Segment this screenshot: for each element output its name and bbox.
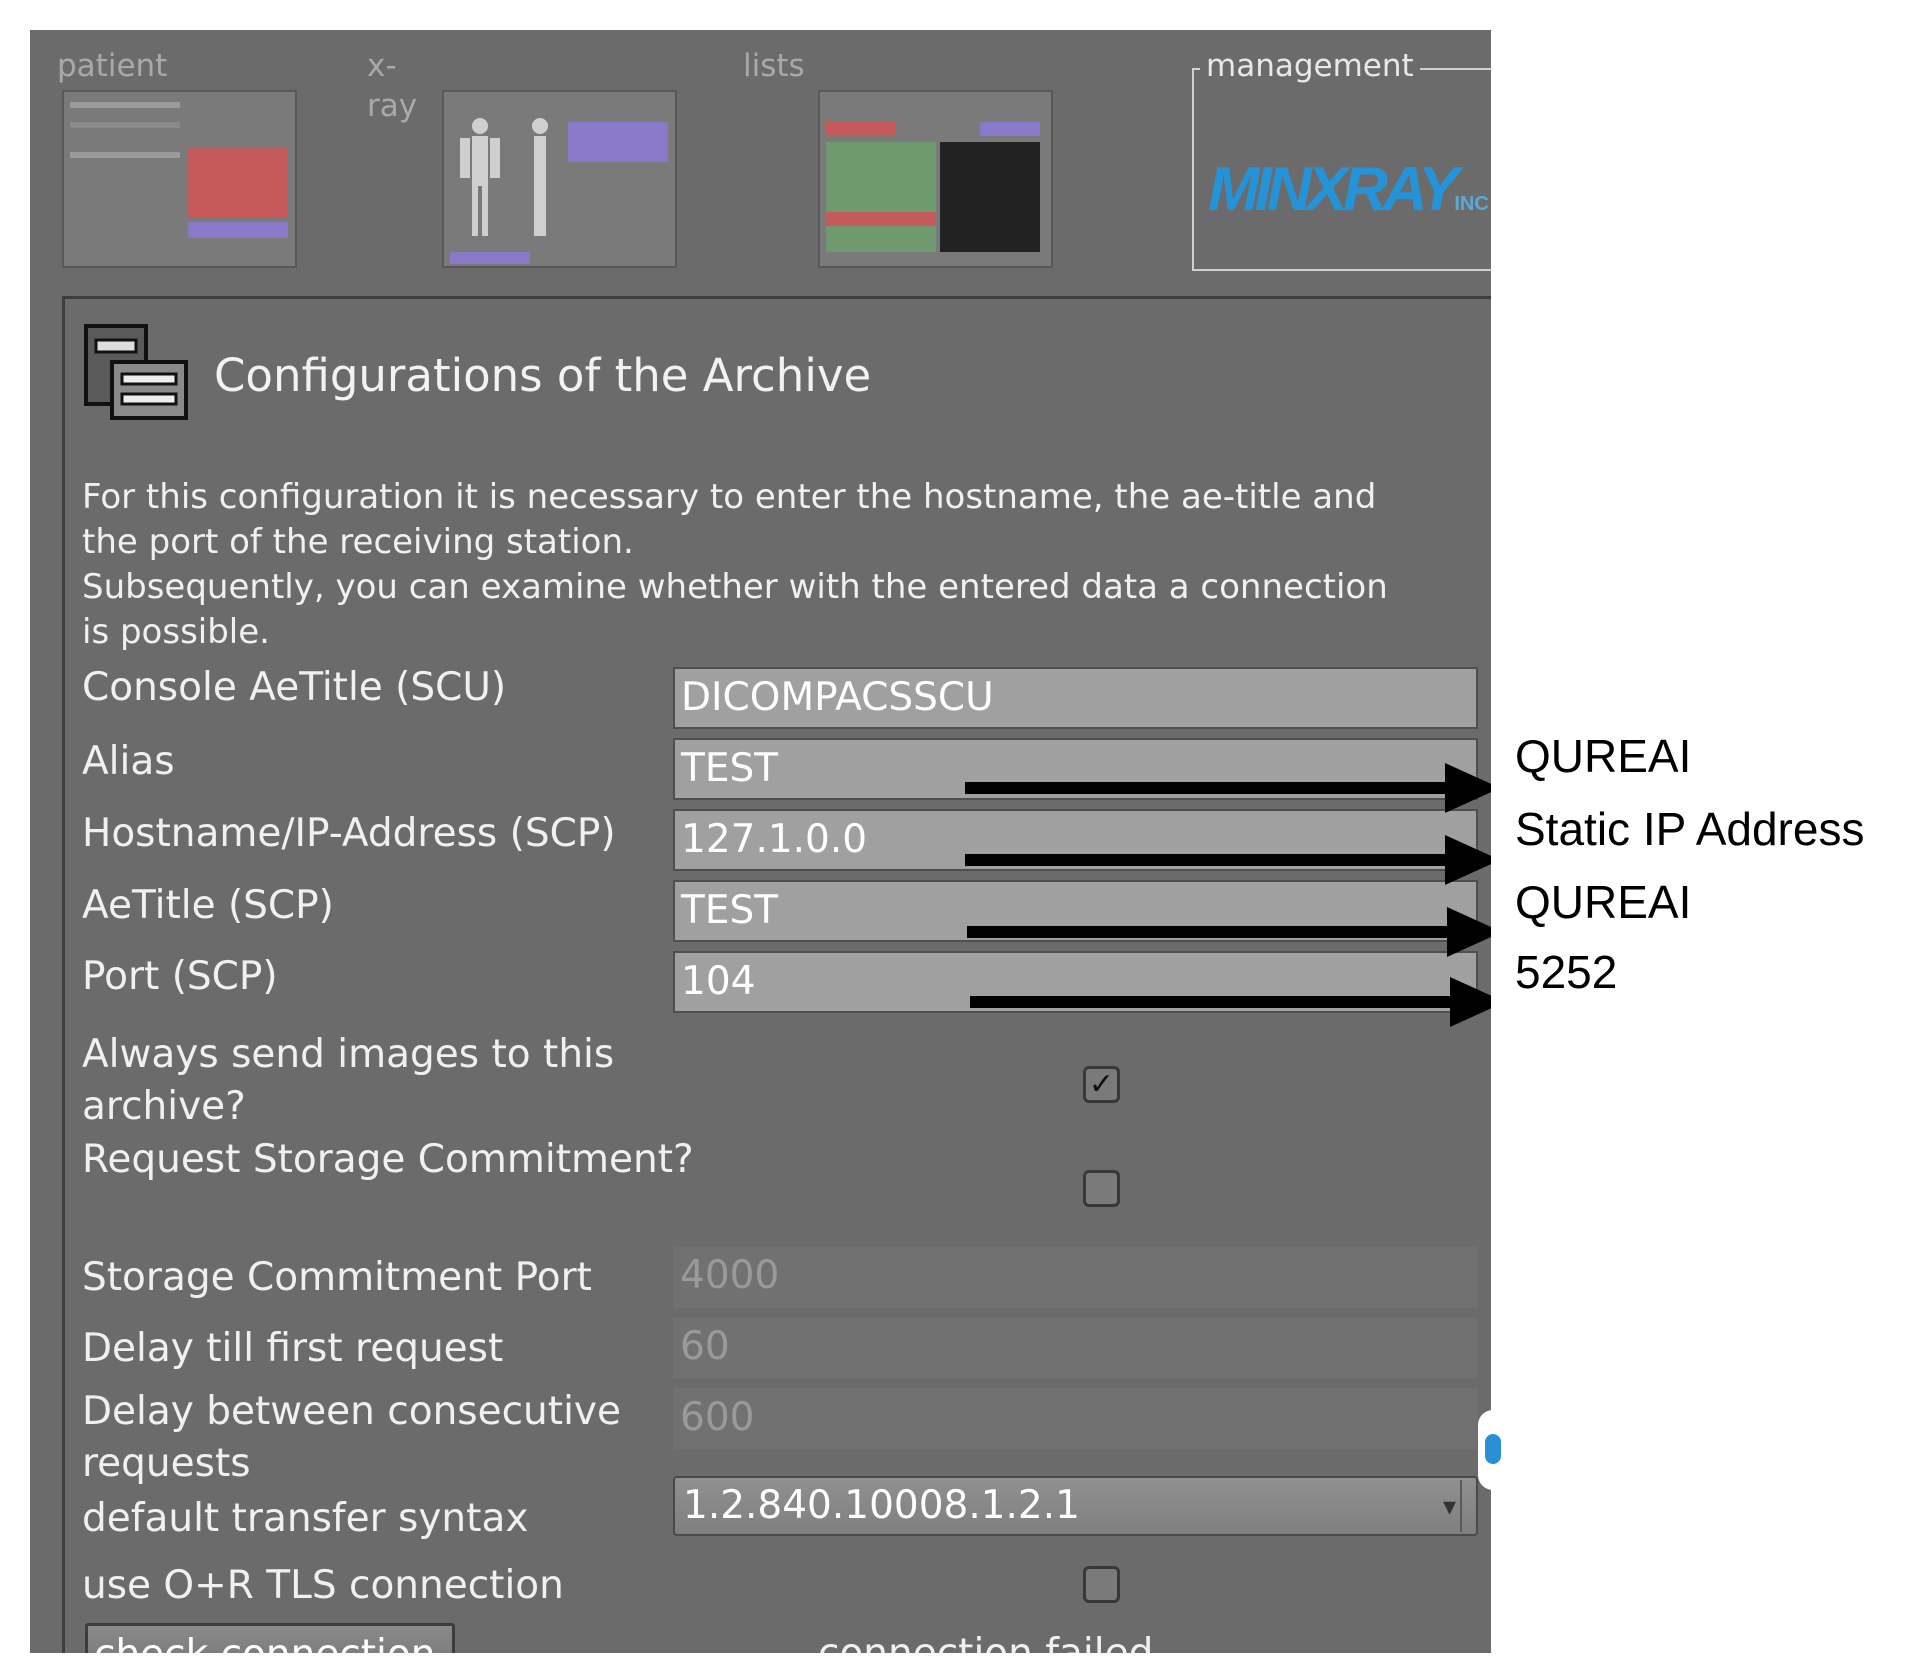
select-divider <box>1460 1480 1462 1532</box>
handle-icon <box>1485 1434 1501 1464</box>
tab-patient-label: patient <box>57 48 168 84</box>
checkmark-icon: ✓ <box>1088 1067 1115 1102</box>
transfer-syntax-select[interactable]: 1.2.840.10008.1.2.1 ▾ <box>673 1476 1478 1536</box>
delay-between-label: Delay between consecutive requests <box>82 1389 621 1486</box>
page-title: Configurations of the Archive <box>214 349 872 402</box>
delay-first-label: Delay till first request <box>82 1326 504 1371</box>
always-send-checkbox[interactable]: ✓ <box>1083 1066 1120 1103</box>
tab-management[interactable]: management <box>1200 46 1420 86</box>
tab-management-label: management <box>1206 48 1414 84</box>
chevron-down-icon: ▾ <box>1442 1492 1456 1522</box>
annotation-port: 5252 <box>1515 946 1618 998</box>
patient-thumbnail[interactable] <box>62 90 297 268</box>
annotation-aetitle: QUREAI <box>1515 876 1692 928</box>
console-aetitle-input[interactable]: DICOMPACSSCU <box>673 667 1478 729</box>
storage-commitment-port-label: Storage Commitment Port <box>82 1255 592 1300</box>
always-send-label: Always send images to this archive? <box>82 1032 615 1129</box>
side-handle[interactable] <box>1478 1410 1508 1490</box>
aetitle-label: AeTitle (SCP) <box>82 883 334 928</box>
port-label: Port (SCP) <box>82 954 278 999</box>
transfer-syntax-label: default transfer syntax <box>82 1496 529 1541</box>
tab-lists-label: lists <box>743 48 805 84</box>
storage-commitment-label: Request Storage Commitment? <box>82 1137 694 1182</box>
delay-between-input: 600 <box>673 1388 1478 1450</box>
x-ray-thumbnail[interactable] <box>442 90 677 268</box>
annotation-alias: QUREAI <box>1515 730 1692 782</box>
alias-label: Alias <box>82 739 175 784</box>
delay-first-input: 60 <box>673 1317 1478 1379</box>
arrow-right-icon <box>965 835 1491 885</box>
arrow-right-icon <box>965 763 1491 813</box>
arrow-right-icon <box>967 907 1491 957</box>
transfer-syntax-value: 1.2.840.10008.1.2.1 <box>683 1483 1080 1528</box>
minxray-logo: MINXRAYINC <box>1208 155 1489 224</box>
storage-commitment-checkbox[interactable] <box>1083 1170 1120 1207</box>
tls-checkbox[interactable] <box>1083 1566 1120 1603</box>
archive-icon <box>82 322 192 426</box>
tab-x-ray-label: x-ray <box>367 48 418 124</box>
arrow-right-icon <box>970 977 1491 1027</box>
storage-commitment-port-input: 4000 <box>673 1246 1478 1308</box>
tls-label: use O+R TLS connection <box>82 1563 564 1608</box>
annotation-hostname: Static IP Address <box>1515 803 1865 855</box>
body-figure-icon <box>460 118 548 236</box>
connection-status: connection failed <box>818 1625 1153 1653</box>
lists-thumbnail[interactable] <box>818 90 1053 268</box>
hostname-label: Hostname/IP-Address (SCP) <box>82 811 616 856</box>
console-aetitle-label: Console AeTitle (SCU) <box>82 665 507 710</box>
app-window: patient x-ray lists management MINXRAYIN… <box>30 30 1491 1653</box>
check-connection-button[interactable]: check connection <box>85 1623 455 1653</box>
description: For this configuration it is necessary t… <box>82 477 1388 652</box>
